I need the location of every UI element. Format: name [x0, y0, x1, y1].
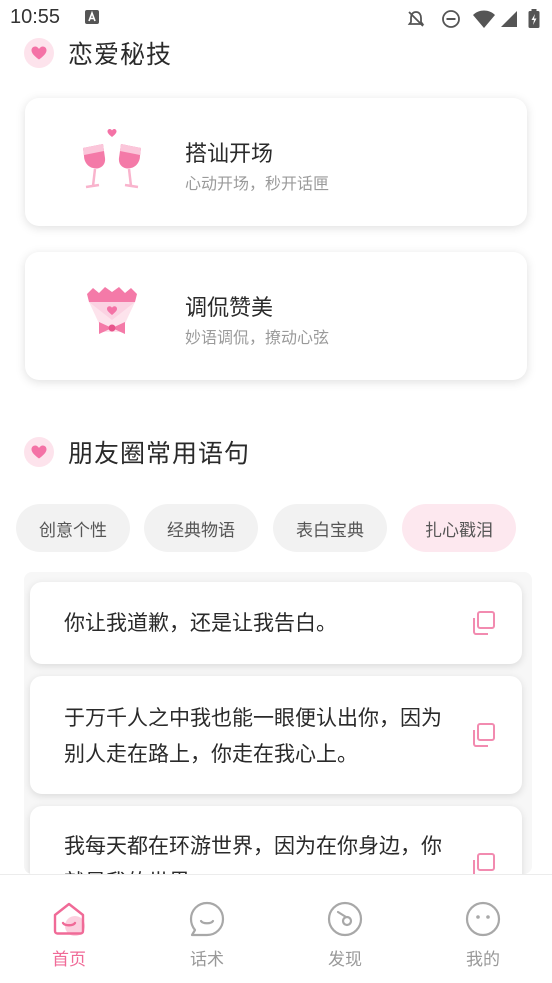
tip-card-tease[interactable]: 调侃赞美 妙语调侃，撩动心弦	[25, 252, 527, 380]
phrase-list[interactable]: 你让我道歉，还是让我告白。 于万千人之中我也能一眼便认出你，因为别人走在路上，你…	[24, 572, 532, 874]
cellular-signal-icon	[501, 11, 517, 27]
chip-creative[interactable]: 创意个性	[16, 504, 130, 552]
copy-icon[interactable]	[470, 722, 496, 748]
do-not-disturb-icon	[442, 10, 460, 28]
phrase-text: 于万千人之中我也能一眼便认出你，因为别人走在路上，你走在我心上。	[64, 706, 442, 766]
status-bar: 10:55	[0, 0, 552, 36]
nav-item-scripts[interactable]: 话术	[167, 899, 247, 970]
profile-face-icon	[465, 901, 501, 937]
bell-off-icon	[407, 11, 425, 27]
wine-glasses-icon	[83, 129, 141, 189]
nav-item-home[interactable]: 首页	[29, 899, 109, 970]
copy-icon[interactable]	[470, 852, 496, 874]
nav-item-discover[interactable]: 发现	[305, 899, 385, 970]
status-time: 10:55	[10, 6, 61, 28]
chip-classic[interactable]: 经典物语	[144, 504, 258, 552]
section-header-moments: 朋友圈常用语句	[24, 432, 250, 472]
tip-card-title: 搭讪开场	[185, 142, 274, 167]
battery-charging-icon	[528, 9, 540, 28]
phrase-text: 我每天都在环游世界，因为在你身边，你就是我的世界。	[64, 834, 442, 874]
bottom-nav: 首页 话术 发现 我的	[0, 874, 552, 983]
wifi-icon	[473, 10, 495, 28]
nav-label: 我的	[466, 950, 500, 970]
copy-icon[interactable]	[470, 610, 496, 636]
section-header-tips: 恋爱秘技	[24, 33, 172, 73]
tip-card-subtitle: 心动开场，秒开话匣	[185, 174, 330, 193]
nav-label: 首页	[52, 950, 86, 970]
heart-icon	[24, 38, 54, 68]
chat-bubble-icon	[189, 901, 225, 937]
section-title-moments: 朋友圈常用语句	[68, 439, 251, 468]
chip-confession[interactable]: 表白宝典	[273, 504, 387, 552]
bouquet-icon	[87, 287, 137, 334]
tip-card-subtitle: 妙语调侃，撩动心弦	[185, 328, 330, 347]
nav-label: 话术	[190, 950, 224, 970]
tip-card-pickup[interactable]: 搭讪开场 心动开场，秒开话匣	[25, 98, 527, 226]
category-chips: 创意个性 经典物语 表白宝典 扎心戳泪	[16, 504, 536, 552]
keyboard-a-icon	[85, 10, 99, 24]
phrase-card[interactable]: 我每天都在环游世界，因为在你身边，你就是我的世界。	[30, 806, 522, 874]
heart-icon	[24, 437, 54, 467]
nav-item-profile[interactable]: 我的	[443, 899, 523, 970]
phrase-card[interactable]: 于万千人之中我也能一眼便认出你，因为别人走在路上，你走在我心上。	[30, 676, 522, 794]
chip-heartbreak[interactable]: 扎心戳泪	[402, 504, 516, 552]
compass-icon	[327, 901, 363, 937]
tip-card-title: 调侃赞美	[185, 296, 274, 321]
phrase-card[interactable]: 你让我道歉，还是让我告白。	[30, 582, 522, 664]
home-icon	[53, 902, 85, 936]
section-title-tips: 恋爱秘技	[68, 40, 173, 69]
nav-label: 发现	[328, 950, 362, 970]
phrase-text: 你让我道歉，还是让我告白。	[64, 611, 337, 635]
